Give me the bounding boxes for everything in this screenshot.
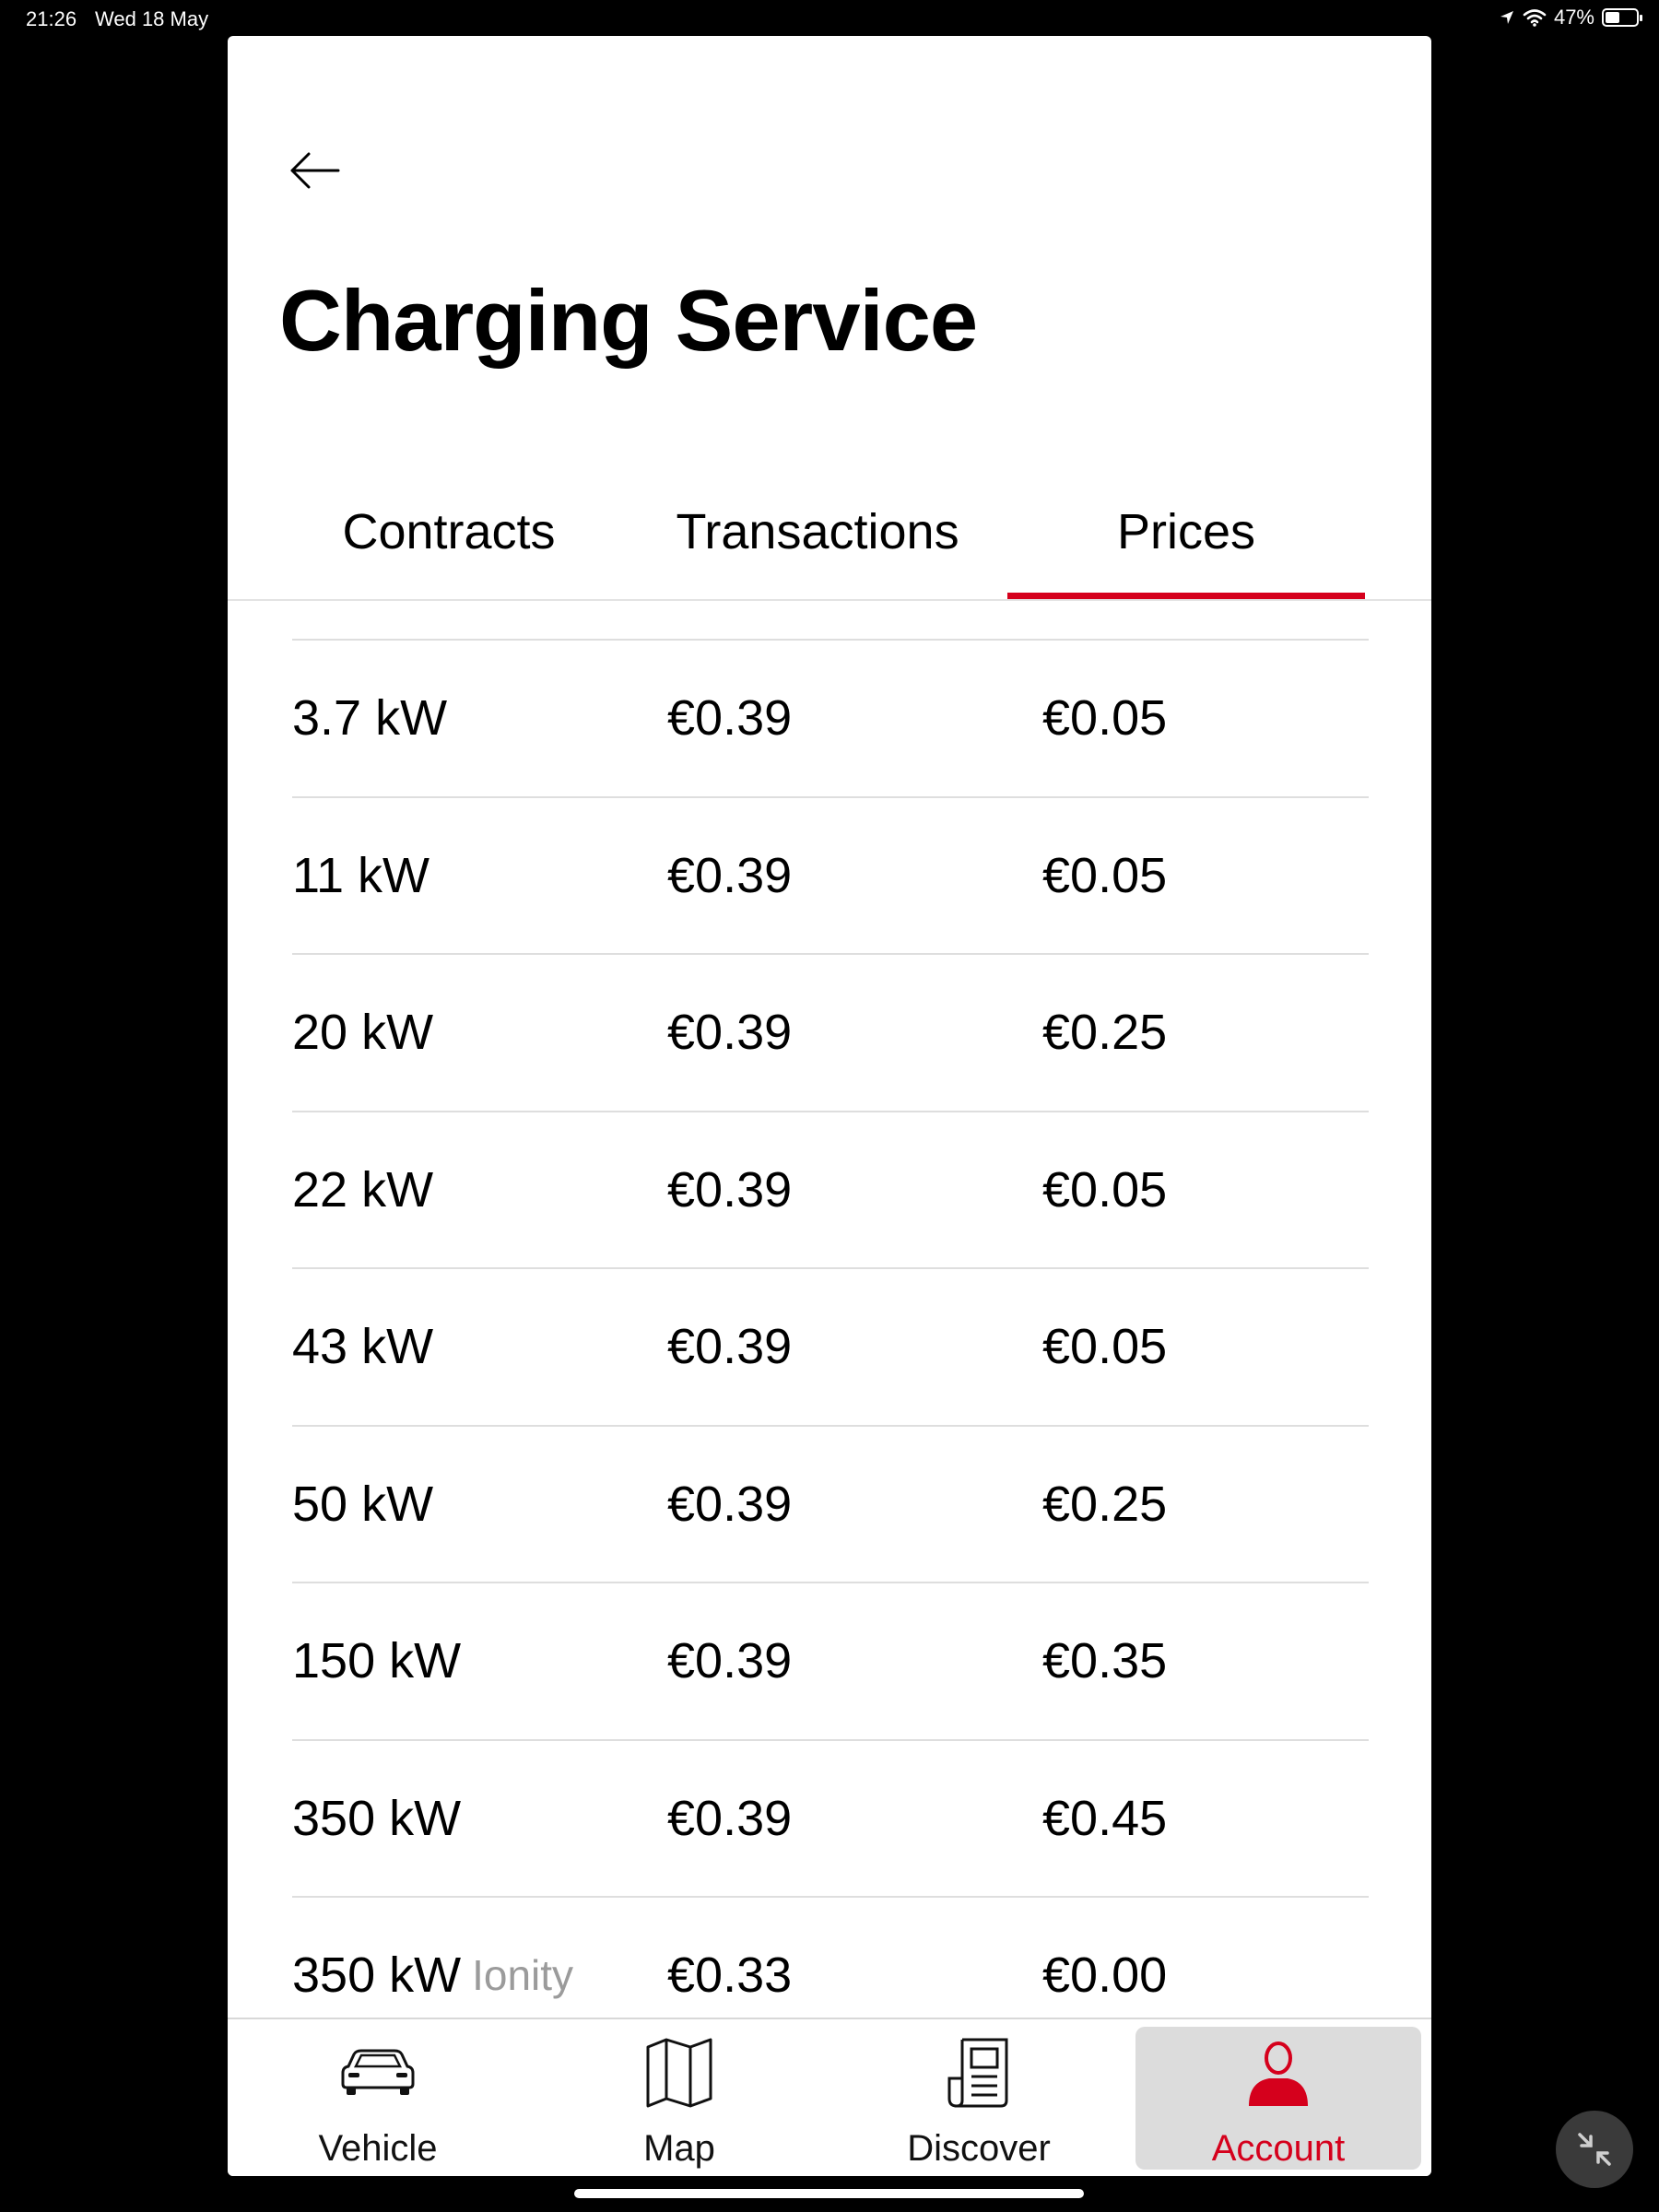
power-value: 43 kW: [292, 1319, 434, 1375]
battery-percent: 47%: [1553, 6, 1594, 29]
price-cell: €0.39: [667, 1005, 793, 1061]
table-row: 43 kW €0.39 €0.05: [292, 1267, 1369, 1425]
price-cell: €0.25: [1042, 1005, 1168, 1061]
price-cell: €0.39: [667, 690, 793, 747]
price-cell: €0.45: [1042, 1790, 1168, 1846]
power-cell: 11 kW: [292, 798, 429, 954]
nav-label: Discover: [907, 2128, 1051, 2169]
price-cell: €0.25: [1042, 1476, 1168, 1532]
price-cell: €0.39: [667, 1161, 793, 1218]
car-icon: [341, 2049, 415, 2095]
power-cell: 20 kW: [292, 955, 433, 1111]
nav-label: Account: [1211, 2128, 1346, 2169]
tab-bar: Contracts Transactions Prices: [228, 469, 1431, 601]
battery-icon: [1602, 8, 1642, 27]
power-value: 3.7 kW: [292, 690, 448, 747]
power-cell: 22 kW: [292, 1112, 433, 1268]
wifi-icon: [1523, 9, 1547, 27]
table-row: 150 kW €0.39 €0.35: [292, 1582, 1369, 1739]
home-indicator[interactable]: [574, 2189, 1084, 2198]
location-arrow-icon: [1500, 11, 1513, 24]
table-row: 350 kW €0.39 €0.45: [292, 1738, 1369, 1897]
tab-contracts[interactable]: Contracts: [301, 469, 596, 599]
tab-prices[interactable]: Prices: [1007, 469, 1365, 599]
power-cell: 3.7 kW: [292, 641, 447, 796]
nav-discover[interactable]: Discover: [836, 2019, 1122, 2176]
status-date: Wed 18 May: [95, 7, 209, 30]
power-value: 350 kW: [292, 1790, 462, 1846]
price-cell: €0.39: [667, 1476, 793, 1532]
status-indicators: 47%: [1499, 6, 1642, 29]
table-row: 22 kW €0.39 €0.05: [292, 1110, 1369, 1268]
power-cell: 150 kW: [292, 1583, 461, 1739]
nav-vehicle[interactable]: Vehicle: [235, 2019, 521, 2176]
price-cell: €0.39: [667, 1633, 793, 1689]
power-cell: 50 kW: [292, 1427, 433, 1583]
battery-fill: [1606, 12, 1620, 23]
power-value: 50 kW: [292, 1476, 434, 1532]
price-cell: €0.35: [1042, 1633, 1168, 1689]
price-cell: €0.39: [667, 847, 793, 903]
nav-label: Vehicle: [318, 2128, 438, 2169]
pip-collapse-button[interactable]: [1556, 2111, 1633, 2188]
price-cell: €0.05: [1042, 1319, 1168, 1375]
price-cell: €0.05: [1042, 1161, 1168, 1218]
power-value: 150 kW: [292, 1633, 462, 1689]
user-icon: [1249, 2041, 1308, 2106]
power-cell: 43 kW: [292, 1269, 433, 1425]
app-window: Charging Service Contracts Transactions …: [228, 36, 1431, 2176]
collapse-arrows-icon: [1578, 2133, 1611, 2166]
back-button[interactable]: [287, 143, 342, 198]
power-cell: 350 kW: [292, 1741, 461, 1897]
newspaper-icon: [947, 2038, 1008, 2108]
price-cell: €0.05: [1042, 847, 1168, 903]
status-bar: 21:26 Wed 18 May 47%: [0, 0, 1659, 37]
price-table: 3.7 kW €0.39 €0.05 11 kW €0.39 €0.05 20 …: [292, 639, 1369, 2053]
tab-transactions[interactable]: Transactions: [670, 469, 965, 599]
page-title: Charging Service: [279, 272, 978, 369]
table-row: 50 kW €0.39 €0.25: [292, 1424, 1369, 1583]
status-time: 21:26: [26, 7, 77, 30]
nav-map[interactable]: Map: [536, 2019, 822, 2176]
table-row: 3.7 kW €0.39 €0.05: [292, 639, 1369, 796]
nav-account[interactable]: Account: [1135, 2027, 1421, 2170]
bottom-nav: Vehicle Map Discover Account: [228, 2018, 1431, 2176]
map-icon: [646, 2038, 712, 2108]
power-value: 20 kW: [292, 1005, 434, 1061]
arrow-left-icon: [290, 152, 340, 189]
nav-label: Map: [643, 2128, 715, 2169]
price-cell: €0.39: [667, 1319, 793, 1375]
price-cell: €0.39: [667, 1790, 793, 1846]
power-value: 350 kW: [292, 1947, 462, 2004]
power-value: 11 kW: [292, 847, 430, 903]
table-row: 11 kW €0.39 €0.05: [292, 795, 1369, 954]
table-row: 20 kW €0.39 €0.25: [292, 953, 1369, 1111]
provider-tag: Ionity: [472, 1951, 574, 2000]
active-tab-indicator: [1007, 593, 1365, 599]
price-cell: €0.05: [1042, 690, 1168, 747]
power-value: 22 kW: [292, 1161, 434, 1218]
